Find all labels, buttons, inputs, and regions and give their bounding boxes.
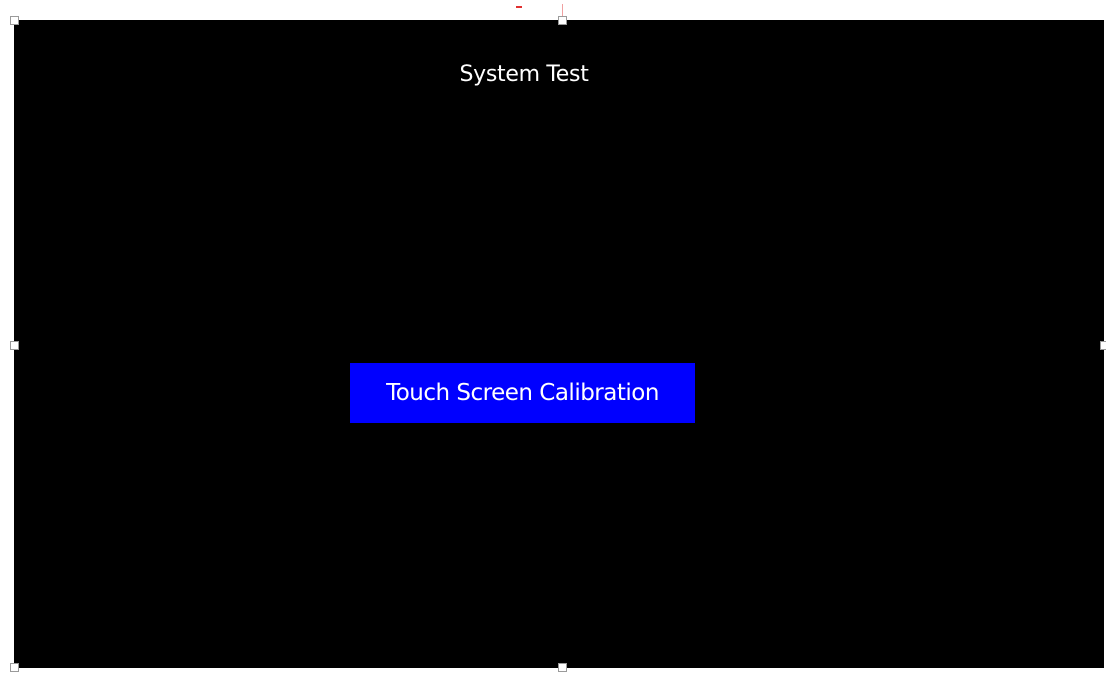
top-center-handle[interactable]	[558, 16, 567, 25]
middle-right-handle[interactable]	[1100, 341, 1106, 350]
touch-screen-calibration-button[interactable]: Touch Screen Calibration	[350, 363, 695, 423]
screen-title: System Test	[459, 62, 589, 87]
editor-canvas: System Test Touch Screen Calibration	[0, 0, 1106, 675]
hmi-screen-panel[interactable]: System Test Touch Screen Calibration	[14, 20, 1104, 668]
rotate-marker	[516, 6, 522, 8]
top-left-handle[interactable]	[10, 16, 19, 25]
rotate-handle-stem[interactable]	[562, 4, 563, 16]
bottom-center-handle[interactable]	[558, 663, 567, 672]
middle-left-handle[interactable]	[10, 341, 19, 350]
bottom-left-handle[interactable]	[10, 663, 19, 672]
